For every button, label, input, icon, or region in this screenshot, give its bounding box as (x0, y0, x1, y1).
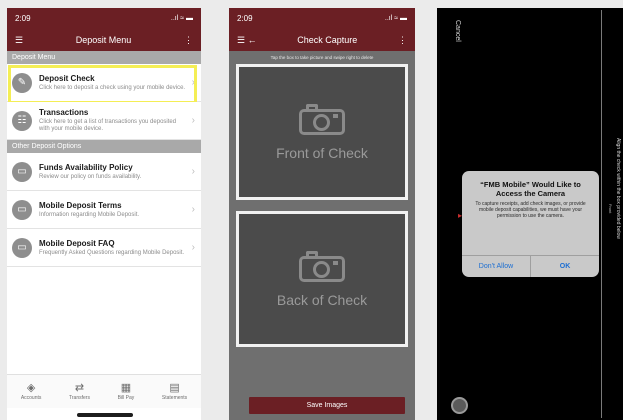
menu-item-desc: Click here to get a list of transactions… (39, 119, 177, 132)
chevron-right-icon: › (191, 77, 195, 88)
alert-title: “FMB Mobile” Would Like to Access the Ca… (480, 180, 581, 198)
tab-label: Accounts (20, 395, 42, 401)
deposit-check-icon: ✎ (12, 72, 32, 93)
check-capture-screen: 2:09 ..ıl ≈ ▬ ☰ ← Check Capture ⋮ Tap th… (229, 8, 415, 420)
tab-label: Transfers (69, 395, 90, 401)
chevron-right-icon: › (191, 242, 195, 253)
section-header-deposit-menu: Deposit Menu (7, 51, 201, 64)
alert-message: To capture receipts, add check images, o… (475, 201, 586, 219)
menu-item-desc: Click here to deposit a check using your… (39, 84, 186, 91)
menu-item-title: Transactions (39, 108, 89, 117)
dont-allow-button[interactable]: Don't Allow (462, 256, 530, 277)
bill-pay-icon: ▦ (120, 382, 132, 394)
transfers-icon: ⇄ (74, 382, 85, 394)
shutter-button[interactable] (451, 397, 468, 414)
menu-item-deposit-faq[interactable]: ▭ Mobile Deposit FAQ Frequently Asked Qu… (7, 229, 201, 267)
screenshot-collage: 2:09 ..ıl ≈ ▬ ☰ Deposit Menu ⋮ Deposit M… (0, 0, 623, 420)
ok-button[interactable]: OK (530, 256, 599, 277)
statements-icon: ▤ (169, 382, 180, 394)
menu-item-desc: Information regarding Mobile Deposit. (39, 211, 140, 218)
tab-transfers[interactable]: ⇄ Transfers (69, 382, 90, 401)
tab-accounts[interactable]: ◈ Accounts (21, 382, 42, 401)
menu-item-desc: Review our policy on funds availability. (39, 173, 142, 180)
more-options-icon[interactable]: ⋮ (184, 35, 193, 46)
tab-statements[interactable]: ▤ Statements (162, 382, 187, 401)
back-of-check-box[interactable]: Back of Check (236, 211, 408, 347)
camera-permission-alert: “FMB Mobile” Would Like to Access the Ca… (462, 171, 599, 277)
transactions-list-icon: ☷ (12, 110, 32, 131)
status-time: 2:09 (237, 14, 253, 23)
front-of-check-box[interactable]: Front of Check (236, 64, 408, 200)
menu-item-deposit-terms[interactable]: ▭ Mobile Deposit Terms Information regar… (7, 191, 201, 229)
accounts-icon: ◈ (26, 382, 36, 394)
menu-item-deposit-check[interactable]: ✎ Deposit Check Click here to deposit a … (7, 64, 201, 104)
capture-frame-line (601, 10, 602, 418)
align-instructions: Align the check within the box provided … (615, 138, 621, 239)
menu-back-icon[interactable]: ☰ ← (237, 35, 257, 46)
section-header-other-options: Other Deposit Options (7, 140, 201, 153)
status-icons: ..ıl ≈ ▬ (170, 15, 193, 22)
back-of-check-label: Back of Check (276, 292, 368, 308)
tab-bill-pay[interactable]: ▦ Bill Pay (118, 382, 135, 401)
home-indicator (77, 413, 133, 417)
status-icons: ..ıl ≈ ▬ (384, 15, 407, 22)
chevron-right-icon: › (191, 204, 195, 215)
save-images-button[interactable]: Save Images (249, 397, 405, 414)
nav-bar: ☰ ← Check Capture ⋮ (229, 29, 415, 51)
status-time: 2:09 (15, 14, 31, 23)
front-of-check-label: Front of Check (276, 145, 368, 161)
camera-icon (299, 103, 345, 135)
hamburger-menu-icon[interactable]: ☰ (15, 35, 23, 46)
page-title: Check Capture (297, 35, 358, 45)
chevron-right-icon: › (191, 115, 195, 126)
chevron-right-icon: › (191, 166, 195, 177)
menu-item-title: Mobile Deposit FAQ (39, 238, 115, 248)
menu-item-desc: Frequently Asked Questions regarding Mob… (39, 249, 185, 256)
status-bar: 2:09 ..ıl ≈ ▬ (229, 8, 415, 29)
capture-instructions: Tap the box to take picture and swipe ri… (270, 55, 374, 60)
status-bar: 2:09 ..ıl ≈ ▬ (7, 8, 201, 29)
monitor-icon: ▭ (12, 237, 32, 258)
menu-item-transactions[interactable]: ☷ Transactions Click here to get a list … (7, 102, 201, 140)
monitor-icon: ▭ (12, 161, 32, 182)
capture-side-label: Front (608, 204, 613, 214)
cancel-button[interactable]: Cancel (454, 20, 461, 42)
nav-bar: ☰ Deposit Menu ⋮ (7, 29, 201, 51)
deposit-menu-screen: 2:09 ..ıl ≈ ▬ ☰ Deposit Menu ⋮ Deposit M… (7, 8, 201, 420)
bottom-tab-bar: ◈ Accounts ⇄ Transfers ▦ Bill Pay ▤ Stat… (7, 374, 201, 408)
menu-item-title: Mobile Deposit Terms (39, 200, 122, 210)
tab-label: Statements (161, 395, 188, 401)
menu-item-funds-availability[interactable]: ▭ Funds Availability Policy Review our p… (7, 153, 201, 191)
camera-screen: Cancel Align the check within the box pr… (437, 8, 623, 420)
camera-icon (299, 250, 345, 282)
monitor-icon: ▭ (12, 199, 32, 220)
more-options-icon[interactable]: ⋮ (398, 35, 407, 46)
page-title: Deposit Menu (75, 35, 132, 45)
menu-item-title: Deposit Check (39, 73, 95, 83)
menu-item-title: Funds Availability Policy (39, 162, 133, 172)
tab-label: Bill Pay (117, 395, 135, 401)
